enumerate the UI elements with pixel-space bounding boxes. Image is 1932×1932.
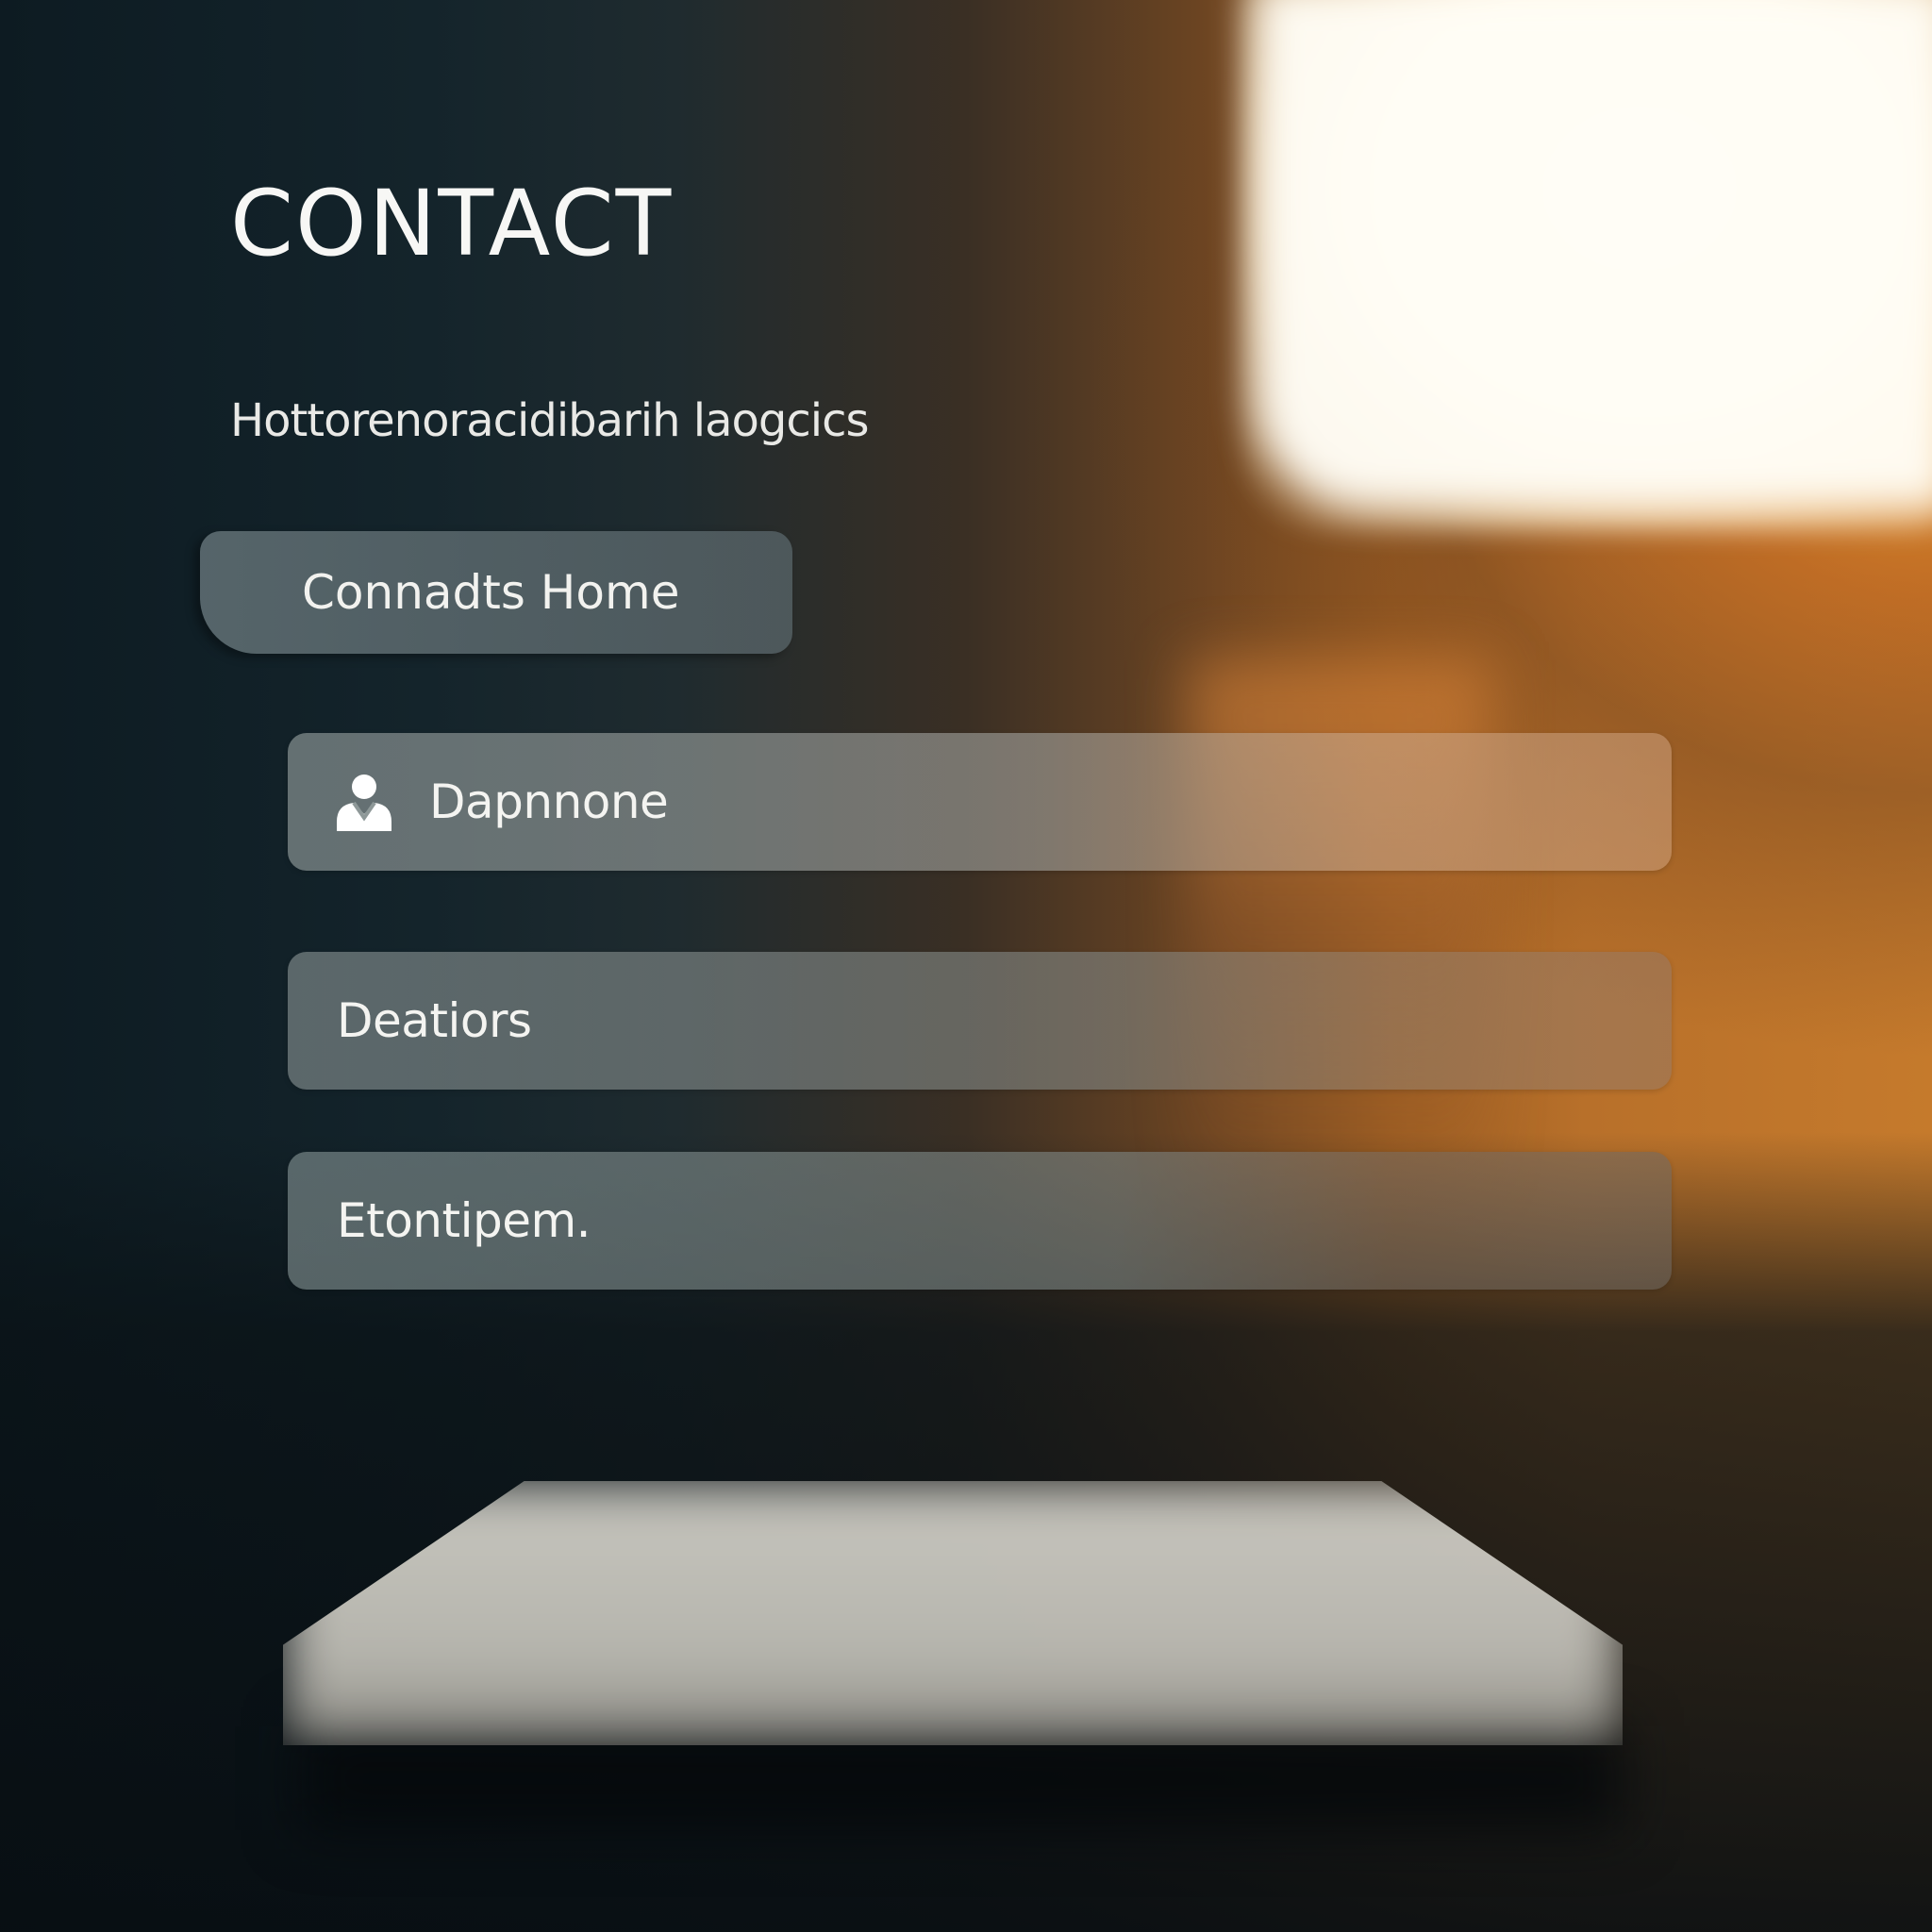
- contact-field-extra-text: Etontipem.: [337, 1193, 591, 1248]
- contact-screen: CONTACT Hottorenoracidibarih laogcics Co…: [0, 0, 1932, 1932]
- contact-field-details-text: Deatiors: [337, 993, 532, 1048]
- page-subtitle: Hottorenoracidibarih laogcics: [230, 394, 869, 447]
- page-title: CONTACT: [230, 171, 674, 276]
- contacts-home-button[interactable]: Connadts Home: [200, 531, 792, 654]
- contact-field-name-text: Dapnnone: [429, 774, 669, 829]
- background-blurred-tablet: [283, 1481, 1623, 1745]
- person-icon: [331, 769, 397, 835]
- background-window-light: [1255, 0, 1932, 509]
- contact-field-name[interactable]: Dapnnone: [288, 733, 1672, 871]
- contact-field-details[interactable]: Deatiors: [288, 952, 1672, 1090]
- contacts-home-button-label: Connadts Home: [302, 565, 680, 620]
- contact-field-extra[interactable]: Etontipem.: [288, 1152, 1672, 1290]
